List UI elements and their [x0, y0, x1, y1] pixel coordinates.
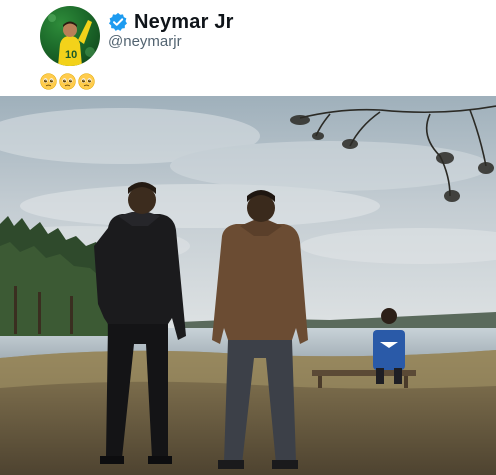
verified-badge-icon	[109, 12, 127, 31]
avatar-image: 10	[48, 14, 95, 66]
pleading-face-emoji-icon	[40, 73, 57, 90]
svg-text:10: 10	[65, 49, 77, 61]
post-media-image[interactable]	[0, 96, 496, 475]
post-header: 10 Neymar Jr @neymarjr	[0, 0, 496, 96]
author-display-name[interactable]: Neymar Jr	[134, 11, 234, 34]
pleading-face-emoji-icon	[78, 73, 95, 90]
author-name-row: Neymar Jr	[108, 10, 234, 34]
pleading-face-emoji-icon	[59, 73, 76, 90]
scene-illustration	[0, 96, 496, 475]
post-text	[40, 73, 95, 90]
author-handle[interactable]: @neymarjr	[108, 33, 182, 50]
avatar[interactable]: 10	[40, 6, 100, 66]
